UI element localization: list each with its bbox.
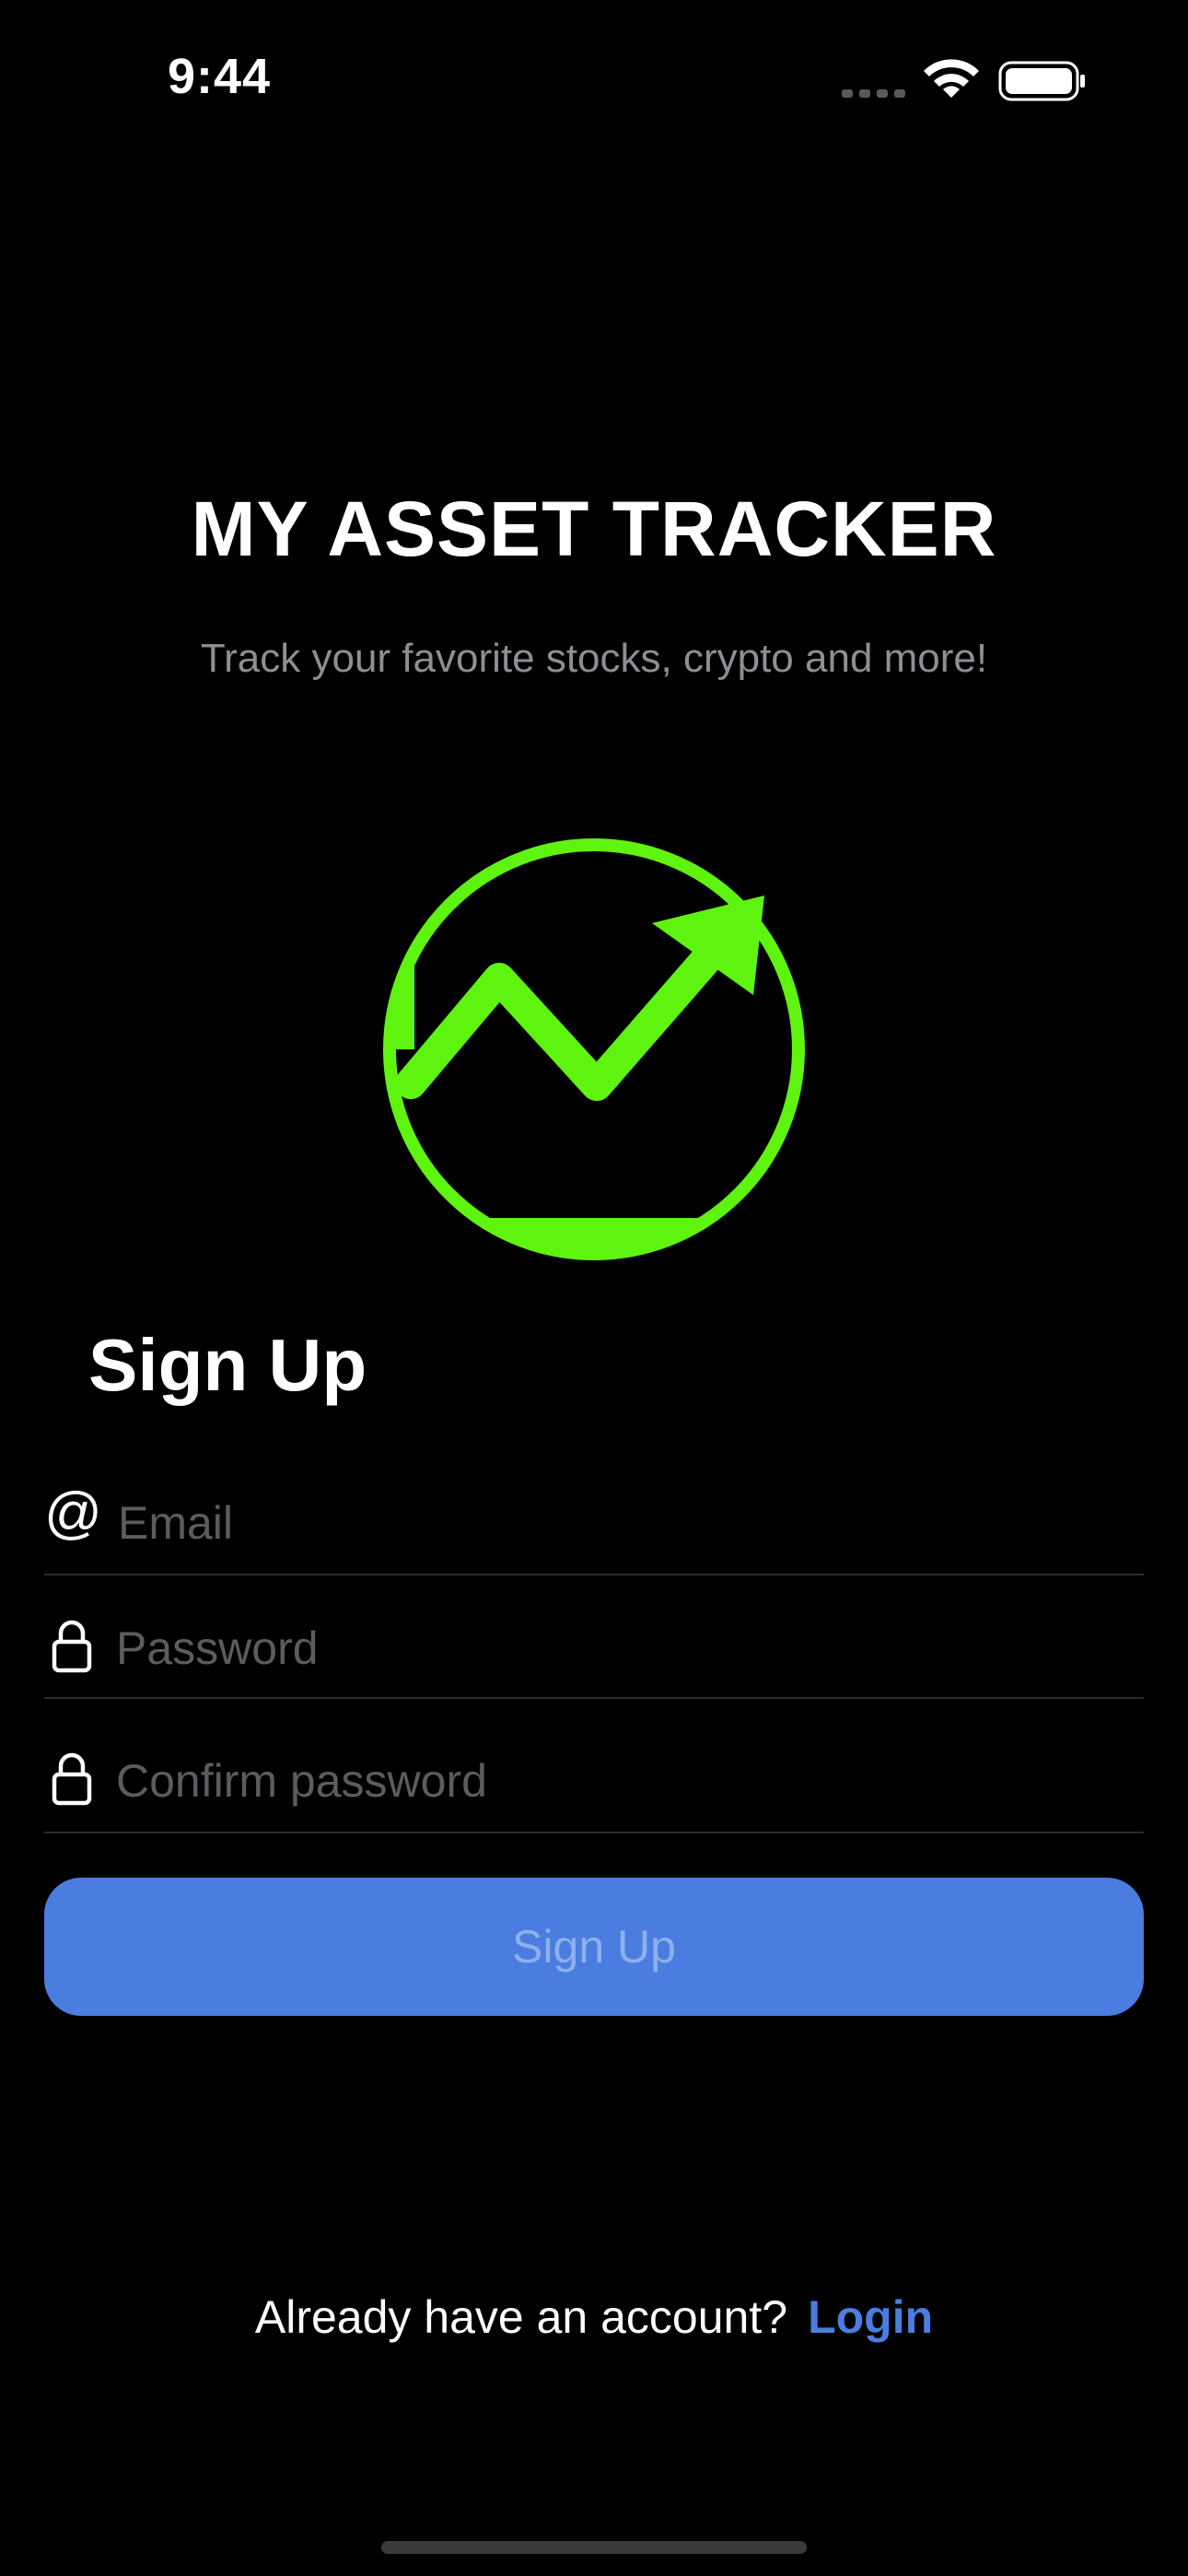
lock-icon <box>52 1620 92 1673</box>
login-prompt: Already have an account? Login <box>0 2290 1188 2344</box>
at-sign-icon: @ <box>44 1481 102 1545</box>
password-field[interactable] <box>44 1599 1144 1699</box>
battery-icon <box>998 61 1085 101</box>
trending-up-chart-icon <box>383 838 805 1260</box>
login-link[interactable]: Login <box>808 2291 933 2343</box>
status-bar: 9:44 <box>0 0 1188 157</box>
email-input[interactable] <box>118 1491 1131 1555</box>
lock-icon <box>52 1752 92 1806</box>
cellular-signal-icon <box>842 89 905 98</box>
password-input[interactable] <box>116 1616 1129 1680</box>
confirm-password-field[interactable] <box>44 1732 1144 1833</box>
email-field[interactable]: @ <box>44 1474 1144 1575</box>
signup-heading: Sign Up <box>88 1324 367 1406</box>
signup-button[interactable]: Sign Up <box>44 1878 1144 2016</box>
app-subtitle: Track your favorite stocks, crypto and m… <box>200 636 988 681</box>
confirm-password-input[interactable] <box>116 1749 1129 1813</box>
login-prompt-text: Already have an account? <box>254 2291 788 2343</box>
status-time: 9:44 <box>168 49 272 104</box>
wifi-icon <box>924 59 979 98</box>
app-title: MY ASSET TRACKER <box>191 486 997 572</box>
home-indicator[interactable] <box>381 2541 807 2554</box>
